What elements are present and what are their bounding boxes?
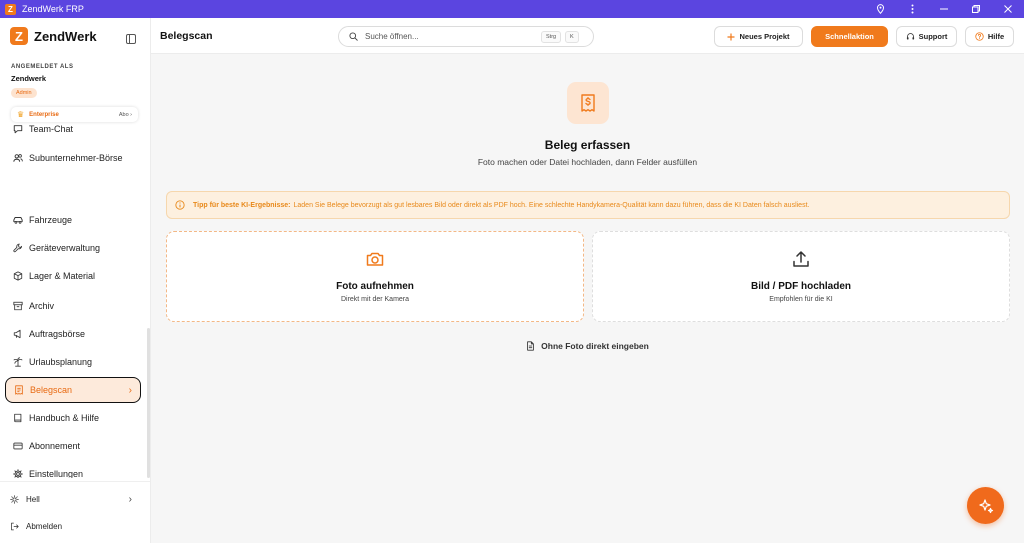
main-content: Beleg erfassen Foto machen oder Datei ho… xyxy=(151,54,1024,543)
sidebar-collapse-icon[interactable] xyxy=(126,31,136,49)
restore-icon[interactable] xyxy=(960,0,992,18)
package-icon xyxy=(13,271,23,281)
take-photo-card[interactable]: Foto aufnehmen Direkt mit der Kamera xyxy=(166,231,584,322)
chat-icon xyxy=(13,125,23,134)
upload-file-card[interactable]: Bild / PDF hochladen Empfohlen für die K… xyxy=(592,231,1010,322)
new-project-button[interactable]: Neues Projekt xyxy=(714,26,803,47)
book-icon xyxy=(14,413,22,423)
sidebar: Z ZendWerk ANGEMELDET ALS Zendwerk Admin… xyxy=(0,18,151,543)
sidebar-item-archiv[interactable]: Archiv xyxy=(5,293,141,319)
app-icon: Z xyxy=(5,3,16,15)
tip-text: Laden Sie Belege bevorzugt als gut lesba… xyxy=(293,201,810,209)
megaphone-icon xyxy=(13,329,21,339)
user-name: Zendwerk xyxy=(11,74,47,83)
headset-icon xyxy=(906,32,915,41)
tip-title: Tipp für beste KI-Ergebnisse: xyxy=(193,201,291,209)
sidebar-item-geraeteverwaltung[interactable]: Geräteverwaltung xyxy=(5,235,141,261)
help-icon xyxy=(975,32,984,41)
theme-toggle[interactable]: Hell › xyxy=(10,489,140,509)
chevron-right-icon: › xyxy=(128,493,132,505)
sidebar-item-team-chat[interactable]: Team-Chat xyxy=(5,124,141,142)
logout-label: Abmelden xyxy=(26,521,63,531)
document-icon xyxy=(527,341,534,351)
sidebar-item-lager-material[interactable]: Lager & Material xyxy=(5,263,141,289)
gear-icon xyxy=(13,469,23,478)
info-icon xyxy=(175,200,185,210)
quick-action-button[interactable]: Schnellaktion xyxy=(811,26,888,47)
logout-icon xyxy=(11,522,19,530)
support-button[interactable]: Support xyxy=(896,26,957,47)
sidebar-item-einstellungen[interactable]: Einstellungen xyxy=(5,461,141,478)
plus-icon xyxy=(727,33,735,41)
ai-assistant-button[interactable] xyxy=(967,487,1004,524)
users-icon xyxy=(13,154,23,162)
role-badge: Admin xyxy=(11,88,37,98)
logged-in-label: ANGEMELDET ALS xyxy=(11,64,74,70)
search-placeholder: Suche öffnen... xyxy=(365,32,419,41)
manual-entry-link[interactable]: Ohne Foto direkt eingeben xyxy=(151,341,1024,351)
card-subtitle: Empfohlen für die KI xyxy=(769,296,833,303)
crown-icon: ♛ xyxy=(17,110,25,119)
chevron-right-icon: › xyxy=(128,384,132,396)
brand-name: ZendWerk xyxy=(34,28,97,44)
sidebar-item-abonnement[interactable]: Abonnement xyxy=(5,433,141,459)
location-pin-icon[interactable] xyxy=(864,0,896,18)
sidebar-item-auftragsboerse[interactable]: Auftragsbörse xyxy=(5,321,141,347)
plan-badge[interactable]: ♛ Enterprise Abo › xyxy=(11,107,138,122)
subscription-link[interactable]: Abo › xyxy=(119,112,132,118)
sun-icon xyxy=(10,494,19,504)
sidebar-scrollbar[interactable] xyxy=(147,328,150,478)
upload-icon xyxy=(593,249,1009,269)
search-icon xyxy=(349,32,358,41)
sidebar-item-urlaubsplanung[interactable]: Urlaubsplanung xyxy=(5,349,141,375)
search-input[interactable]: Suche öffnen... Strg K xyxy=(338,26,594,47)
card-title: Bild / PDF hochladen xyxy=(750,281,851,292)
wrench-icon xyxy=(13,243,23,253)
card-title: Foto aufnehmen xyxy=(336,281,414,292)
archive-icon xyxy=(13,301,23,311)
car-icon xyxy=(13,217,23,224)
header: Belegscan Suche öffnen... Strg K Neues P… xyxy=(151,18,1024,54)
logo-icon: Z xyxy=(10,27,28,45)
sidebar-nav: Team-Chat Subunternehmer-Börse Fahrzeuge… xyxy=(0,124,150,478)
palm-tree-icon xyxy=(13,357,23,367)
window-titlebar: Z ZendWerk FRP xyxy=(0,0,1024,18)
section-subtitle: Foto machen oder Datei hochladen, dann F… xyxy=(477,157,698,167)
shortcut-key-k: K xyxy=(565,31,579,43)
receipt-dollar-icon xyxy=(567,82,609,124)
sidebar-item-fahrzeuge[interactable]: Fahrzeuge xyxy=(5,207,141,233)
window-title: ZendWerk FRP xyxy=(22,4,84,14)
help-button[interactable]: Hilfe xyxy=(965,26,1014,47)
sparkle-icon xyxy=(978,498,993,513)
more-options-icon[interactable] xyxy=(896,0,928,18)
plan-name: Enterprise xyxy=(29,111,59,118)
sidebar-footer: Hell › Abmelden xyxy=(0,481,150,531)
logout-button[interactable]: Abmelden xyxy=(10,516,140,536)
brand[interactable]: Z ZendWerk xyxy=(10,27,97,45)
theme-label: Hell xyxy=(26,494,40,504)
sidebar-item-belegscan[interactable]: Belegscan › xyxy=(5,377,141,403)
tip-banner: Tipp für beste KI-Ergebnisse: Laden Sie … xyxy=(166,191,1010,219)
section-title: Beleg erfassen xyxy=(544,138,631,152)
receipt-icon xyxy=(15,385,23,395)
shortcut-key-ctrl: Strg xyxy=(541,31,562,43)
sidebar-item-handbuch-hilfe[interactable]: Handbuch & Hilfe xyxy=(5,405,141,431)
camera-icon xyxy=(167,249,583,269)
sidebar-item-subunternehmer-boerse[interactable]: Subunternehmer-Börse xyxy=(5,142,141,174)
card-subtitle: Direkt mit der Kamera xyxy=(340,296,410,303)
close-icon[interactable] xyxy=(992,0,1024,18)
credit-card-icon xyxy=(13,442,23,450)
page-title: Belegscan xyxy=(160,30,213,42)
minimize-icon[interactable] xyxy=(928,0,960,18)
